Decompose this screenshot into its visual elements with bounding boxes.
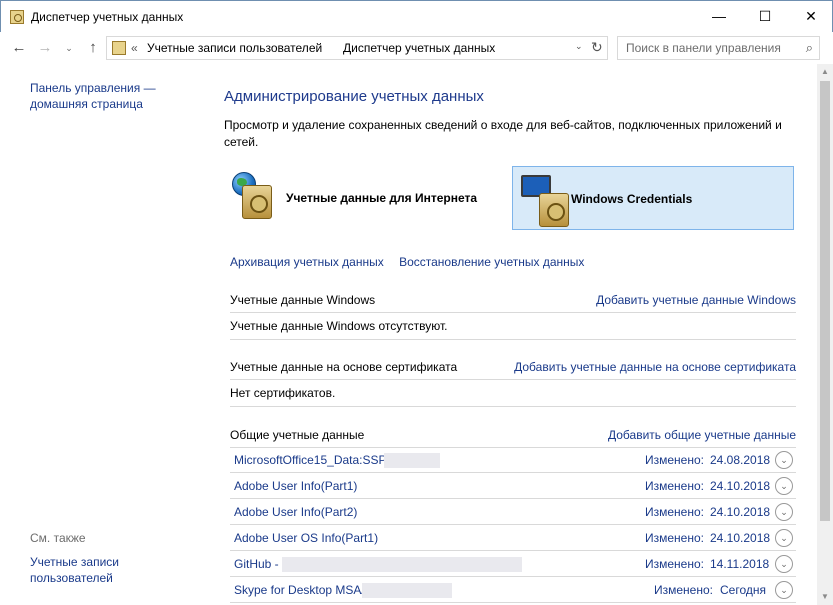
navigation-bar: ← → ⌄ ↑ « Учетные записи пользователей Д… [0,32,833,64]
empty-message: Учетные данные Windows отсутствуют. [230,319,448,333]
credential-name[interactable]: Adobe User Info(Part1) [234,479,357,493]
refresh-icon[interactable]: ↻ [591,39,603,56]
credential-name[interactable]: GitHub - [234,557,279,571]
modified-date: 24.10.2018 [710,505,771,519]
see-also-label: См. также [30,531,86,545]
modified-date: 24.10.2018 [710,531,771,545]
expand-chevron-icon[interactable]: ⌄ [775,555,793,573]
expand-chevron-icon[interactable]: ⌄ [775,581,793,599]
scroll-up-arrow-icon[interactable]: ▲ [817,64,833,80]
credential-name[interactable]: MicrosoftOffice15_Data:SSPI [234,453,390,467]
redacted-text [282,557,522,572]
windows-credentials-tile[interactable]: Windows Credentials [512,166,794,230]
redacted-text [384,453,440,468]
generic-credentials-section: Общие учетные данные Добавить общие учет… [230,428,796,605]
modified-date: 24.08.2018 [710,453,771,467]
breadcrumb-overflow-icon[interactable]: « [131,41,138,55]
windows-credentials-section: Учетные данные Windows Добавить учетные … [230,293,796,343]
address-dropdown-icon[interactable]: ⌄ [575,41,583,52]
user-accounts-link[interactable]: Учетные записи пользователей [30,554,202,586]
forward-button[interactable]: → [36,39,54,57]
expand-chevron-icon[interactable]: ⌄ [775,529,793,547]
add-generic-credential-link[interactable]: Добавить общие учетные данные [608,428,796,442]
address-bar[interactable]: « Учетные записи пользователей Диспетчер… [106,36,608,60]
left-pane: Панель управления — домашняя страница См… [0,64,210,605]
main-content: Администрирование учетных данных Просмот… [210,64,817,605]
backup-restore-links: Архивация учетных данных Восстановление … [230,255,584,269]
page-description: Просмотр и удаление сохраненных сведений… [224,118,782,149]
modified-date: 24.10.2018 [710,479,771,493]
scroll-down-arrow-icon[interactable]: ▼ [817,589,833,605]
section-title: Учетные данные Windows [230,293,376,307]
scrollbar-thumb[interactable] [820,81,830,521]
credential-row[interactable]: Adobe User Info(Part1) Изменено: 24.10.2… [230,474,796,499]
page-title: Администрирование учетных данных [224,88,484,105]
recent-locations-button[interactable]: ⌄ [60,39,78,57]
search-icon[interactable]: ⌕ [806,40,813,56]
breadcrumb-credential-manager[interactable]: Диспетчер учетных данных [343,41,495,55]
modified-label: Изменено: [645,557,704,571]
maximize-button[interactable]: ☐ [742,1,788,32]
divider [230,379,796,380]
modified-label: Изменено: [645,505,704,519]
modified-label: Изменено: [645,531,704,545]
redacted-text [362,583,452,598]
section-title: Общие учетные данные [230,428,365,442]
web-credentials-tile[interactable]: Учетные данные для Интернета [224,166,484,230]
close-button[interactable]: ✕ [788,1,833,32]
expand-chevron-icon[interactable]: ⌄ [775,477,793,495]
windows-credentials-label: Windows Credentials [571,192,693,206]
vertical-scrollbar[interactable]: ▲ ▼ [817,64,833,605]
web-credentials-label: Учетные данные для Интернета [286,191,478,205]
search-input[interactable] [626,40,794,56]
vault-icon [242,185,272,219]
credential-row[interactable]: MicrosoftOffice15_Data:SSPI Изменено: 24… [230,448,796,473]
window-title: Диспетчер учетных данных [31,10,184,24]
credential-name[interactable]: Adobe User OS Info(Part1) [234,531,378,545]
minimize-button[interactable]: — [696,1,742,32]
modified-date: Сегодня [720,583,766,597]
section-title: Учетные данные на основе сертификата [230,360,458,374]
back-button[interactable]: ← [10,39,28,57]
add-certificate-credential-link[interactable]: Добавить учетные данные на основе сертиф… [514,360,796,374]
divider [230,312,796,313]
credential-manager-app-icon [10,10,24,24]
modified-label: Изменено: [645,479,704,493]
expand-chevron-icon[interactable]: ⌄ [775,451,793,469]
modified-label: Изменено: [654,583,713,597]
modified-date: 14.11.2018 [710,557,770,571]
certificate-credentials-section: Учетные данные на основе сертификата Доб… [230,360,796,410]
vault-icon [539,193,569,227]
divider [230,406,796,407]
expand-chevron-icon[interactable]: ⌄ [775,503,793,521]
modified-label: Изменено: [645,453,704,467]
credential-name[interactable]: Adobe User Info(Part2) [234,505,357,519]
credential-row[interactable]: Skype for Desktop MSA/ Изменено: Сегодня… [230,578,796,603]
up-button[interactable]: ↑ [84,39,102,57]
empty-message: Нет сертификатов. [230,386,336,400]
add-windows-credential-link[interactable]: Добавить учетные данные Windows [596,293,796,307]
credential-row[interactable]: Adobe User OS Info(Part1) Изменено: 24.1… [230,526,796,551]
control-panel-home-link[interactable]: Панель управления — домашняя страница [30,80,202,112]
restore-credentials-link[interactable]: Восстановление учетных данных [399,255,584,269]
divider [230,339,796,340]
credential-row[interactable]: Adobe User Info(Part2) Изменено: 24.10.2… [230,500,796,525]
credential-name[interactable]: Skype for Desktop MSA/ [234,583,365,597]
credential-manager-icon [112,41,126,55]
breadcrumb-user-accounts[interactable]: Учетные записи пользователей [147,41,322,55]
credential-row[interactable]: GitHub - Изменено: 14.11.2018 ⌄ [230,552,796,577]
backup-credentials-link[interactable]: Архивация учетных данных [230,255,384,269]
title-bar: Диспетчер учетных данных — ☐ ✕ [0,0,833,32]
search-box[interactable]: ⌕ [617,36,820,60]
